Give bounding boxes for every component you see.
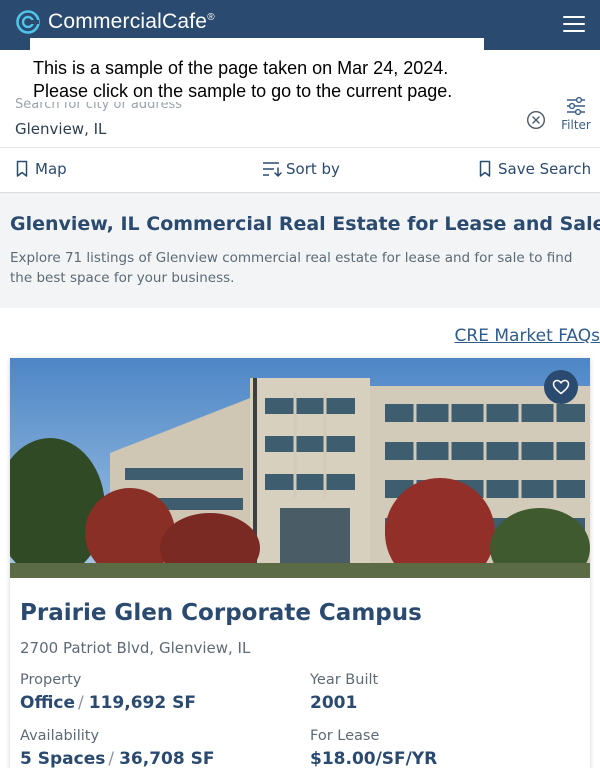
map-button-label: Map — [35, 160, 67, 178]
for-lease-label: For Lease — [310, 728, 380, 744]
save-search-button[interactable]: Save Search — [478, 160, 591, 178]
intro-section: Glenview, IL Commercial Real Estate for … — [0, 194, 600, 308]
value-separator: / — [78, 693, 84, 713]
year-built-label: Year Built — [310, 672, 379, 688]
commercialcafe-logo-icon — [16, 10, 40, 34]
value-separator: / — [108, 749, 115, 768]
notice-line-1: This is a sample of the page taken on Ma… — [33, 58, 449, 78]
clear-circle-x-icon[interactable] — [526, 110, 546, 130]
brand-logo[interactable]: CommercialCafe® — [16, 10, 215, 34]
brand-registered-mark: ® — [207, 12, 215, 23]
availability-value: 5 Spaces/36,708 SF — [20, 749, 214, 768]
save-search-label: Save Search — [498, 160, 592, 178]
year-built-value: 2001 — [310, 693, 358, 713]
heart-icon — [552, 379, 570, 395]
sort-lines-icon — [263, 162, 282, 177]
sliders-filter-icon — [567, 96, 585, 116]
sort-by-button[interactable]: Sort by — [262, 160, 340, 178]
page-description: Explore 71 listings of Glenview commerci… — [10, 250, 573, 286]
favorite-button[interactable] — [544, 370, 578, 404]
listing-photo[interactable] — [10, 358, 590, 578]
hamburger-menu-icon[interactable] — [563, 16, 585, 32]
listing-address: 2700 Patriot Blvd, Glenview, IL — [20, 639, 251, 657]
property-size: 119,692 SF — [88, 693, 196, 713]
filter-label: Filter — [561, 118, 591, 132]
bookmark-icon — [479, 160, 491, 177]
listing-title[interactable]: Prairie Glen Corporate Campus — [20, 600, 422, 626]
availability-spaces: 5 Spaces — [20, 749, 106, 768]
filter-button[interactable]: Filter — [556, 96, 596, 136]
sort-by-label: Sort by — [286, 160, 340, 178]
bookmark-icon — [16, 160, 28, 177]
page-title: Glenview, IL Commercial Real Estate for … — [10, 213, 600, 235]
results-toolbar: Map Sort by Save Search — [0, 148, 600, 193]
notice-line-2: Please click on the sample to go to the … — [33, 81, 453, 101]
cre-market-faqs-link[interactable]: CRE Market FAQs — [455, 326, 600, 346]
listing-card[interactable]: Prairie Glen Corporate Campus 2700 Patri… — [10, 358, 590, 768]
availability-label: Availability — [20, 728, 100, 744]
search-input[interactable]: Glenview, IL — [15, 120, 106, 138]
archive-sample-notice[interactable]: This is a sample of the page taken on Ma… — [30, 38, 484, 102]
availability-size: 36,708 SF — [119, 749, 215, 768]
property-type: Office — [20, 693, 76, 713]
lease-rate-value: $18.00/SF/YR — [310, 749, 438, 768]
property-value: Office/119,692 SF — [20, 693, 196, 713]
property-label: Property — [20, 672, 82, 688]
brand-name: CommercialCafe® — [48, 10, 215, 33]
map-button[interactable]: Map — [15, 160, 67, 178]
